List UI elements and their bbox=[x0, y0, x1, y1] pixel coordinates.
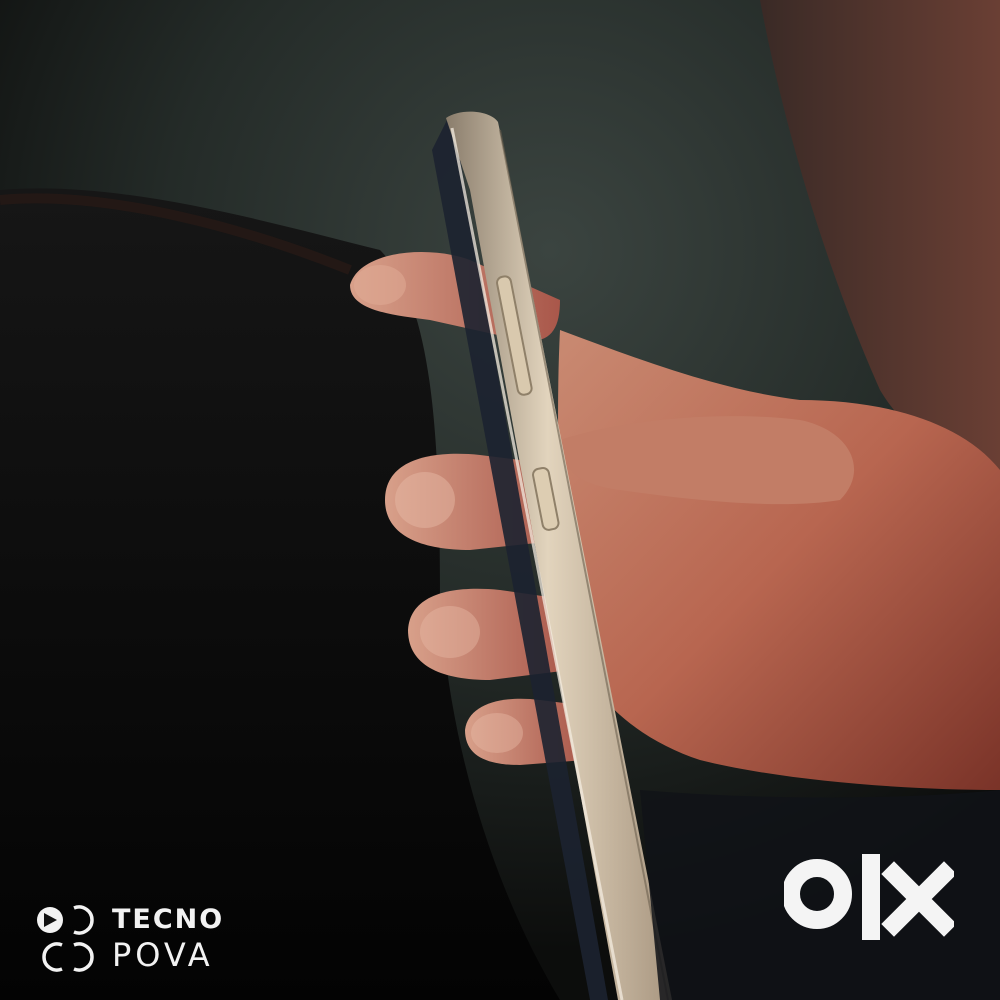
olx-logo-icon bbox=[782, 854, 957, 940]
tecno-camera-rings-icon bbox=[37, 905, 94, 972]
brand-name-top: TECNO bbox=[112, 904, 225, 935]
brand-name-bottom: POVA bbox=[112, 936, 214, 974]
photo-scene bbox=[0, 0, 1000, 1000]
photo-illustration bbox=[0, 0, 1000, 1000]
camera-watermark: TECNO POVA bbox=[34, 900, 274, 980]
olx-logo bbox=[782, 852, 957, 952]
